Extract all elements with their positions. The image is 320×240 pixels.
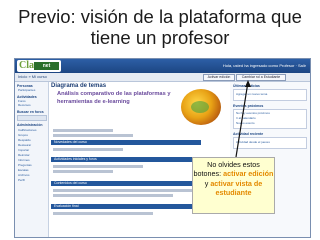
- events-block: No hay eventos próximos Ir al calendario…: [233, 109, 307, 129]
- sidebar-link[interactable]: Calificaciones: [18, 129, 46, 132]
- slide-title: Previo: visión de la plataforma que tien…: [0, 6, 320, 48]
- welcome-text: Hola, usted ha ingresado como Profesor ·…: [222, 63, 306, 68]
- note-highlight-student: activar vista de estudiante: [210, 178, 263, 198]
- sidebar-link[interactable]: Grupos: [18, 134, 46, 137]
- note-highlight-edit: activar edición: [223, 169, 274, 179]
- content-line: [53, 165, 143, 168]
- forum-search-input[interactable]: [17, 115, 47, 121]
- right-heading-news: Últimas noticias: [233, 84, 260, 88]
- sidebar-heading-people: Personas: [17, 84, 33, 88]
- content-line: [53, 134, 133, 137]
- sidebar-link[interactable]: Participantes: [18, 89, 46, 92]
- section-header: Contenidos del curso: [51, 181, 201, 186]
- sidebar-link[interactable]: Escalas: [18, 169, 46, 172]
- news-block: Agregar un nuevo tema: [233, 89, 307, 101]
- sidebar-link[interactable]: Preguntas: [18, 164, 46, 167]
- student-view-button[interactable]: Cambiar rol a Estudiante: [236, 74, 286, 81]
- app-logo: Claro net: [17, 60, 61, 72]
- right-link[interactable]: Agregar un nuevo tema: [236, 93, 267, 96]
- content-line: [53, 148, 123, 151]
- right-link: No hay eventos próximos: [236, 111, 270, 115]
- content-line: [53, 194, 173, 197]
- sidebar-heading-activities: Actividades: [17, 95, 37, 99]
- right-link[interactable]: Nuevo evento: [236, 122, 255, 125]
- sidebar-link[interactable]: Respaldo: [18, 139, 46, 142]
- content-line: [53, 170, 113, 173]
- sidebar-link[interactable]: Foros: [18, 100, 46, 103]
- left-sidebar: Personas Participantes Actividades Foros…: [15, 82, 49, 237]
- content-line: [53, 129, 113, 132]
- sidebar-link[interactable]: Restaurar: [18, 144, 46, 147]
- content-line: [53, 189, 193, 192]
- content-line: [53, 212, 153, 215]
- callout-note: No olvides estos botones: activar edició…: [192, 157, 275, 214]
- slide-title-line1: Previo: visión de la plataforma que: [18, 6, 302, 27]
- sidebar-link[interactable]: Reiniciar: [18, 154, 46, 157]
- right-heading-events: Eventos próximos: [233, 104, 264, 108]
- right-link[interactable]: Ir al calendario: [236, 117, 256, 120]
- top-header: Claro net Hola, usted ha ingresado como …: [15, 59, 310, 73]
- sidebar-link[interactable]: Recursos: [18, 104, 46, 107]
- breadcrumb[interactable]: Inicio » Mi curso: [18, 74, 47, 79]
- section-header: Actividades iniciales y foros: [51, 157, 201, 162]
- sidebar-link[interactable]: Archivos: [18, 174, 46, 177]
- sidebar-link[interactable]: Informes: [18, 159, 46, 162]
- slide-title-line2: tiene un profesor: [90, 27, 230, 48]
- nav-bar: Inicio » Mi curso Activar edición Cambia…: [15, 73, 310, 82]
- logo-sub: net: [34, 62, 59, 70]
- sidebar-link[interactable]: Importar: [18, 149, 46, 152]
- topics-heading: Diagrama de temas: [51, 83, 107, 89]
- section-header: Novedades del curso: [51, 140, 201, 145]
- sidebar-link[interactable]: Perfil: [18, 179, 46, 182]
- activate-edit-button[interactable]: Activar edición: [203, 74, 235, 81]
- course-banner-image: [181, 89, 221, 125]
- right-heading-activity: Actividad reciente: [233, 132, 264, 136]
- activity-block: Actividad desde el jueves: [233, 137, 307, 149]
- course-title: Análisis comparativo de las plataformas …: [57, 91, 171, 105]
- right-link: Actividad desde el jueves: [236, 140, 270, 144]
- sidebar-heading-admin: Administración: [17, 123, 43, 127]
- sidebar-heading-search: Buscar en foros: [17, 110, 44, 114]
- section-header: Evaluación final: [51, 204, 201, 209]
